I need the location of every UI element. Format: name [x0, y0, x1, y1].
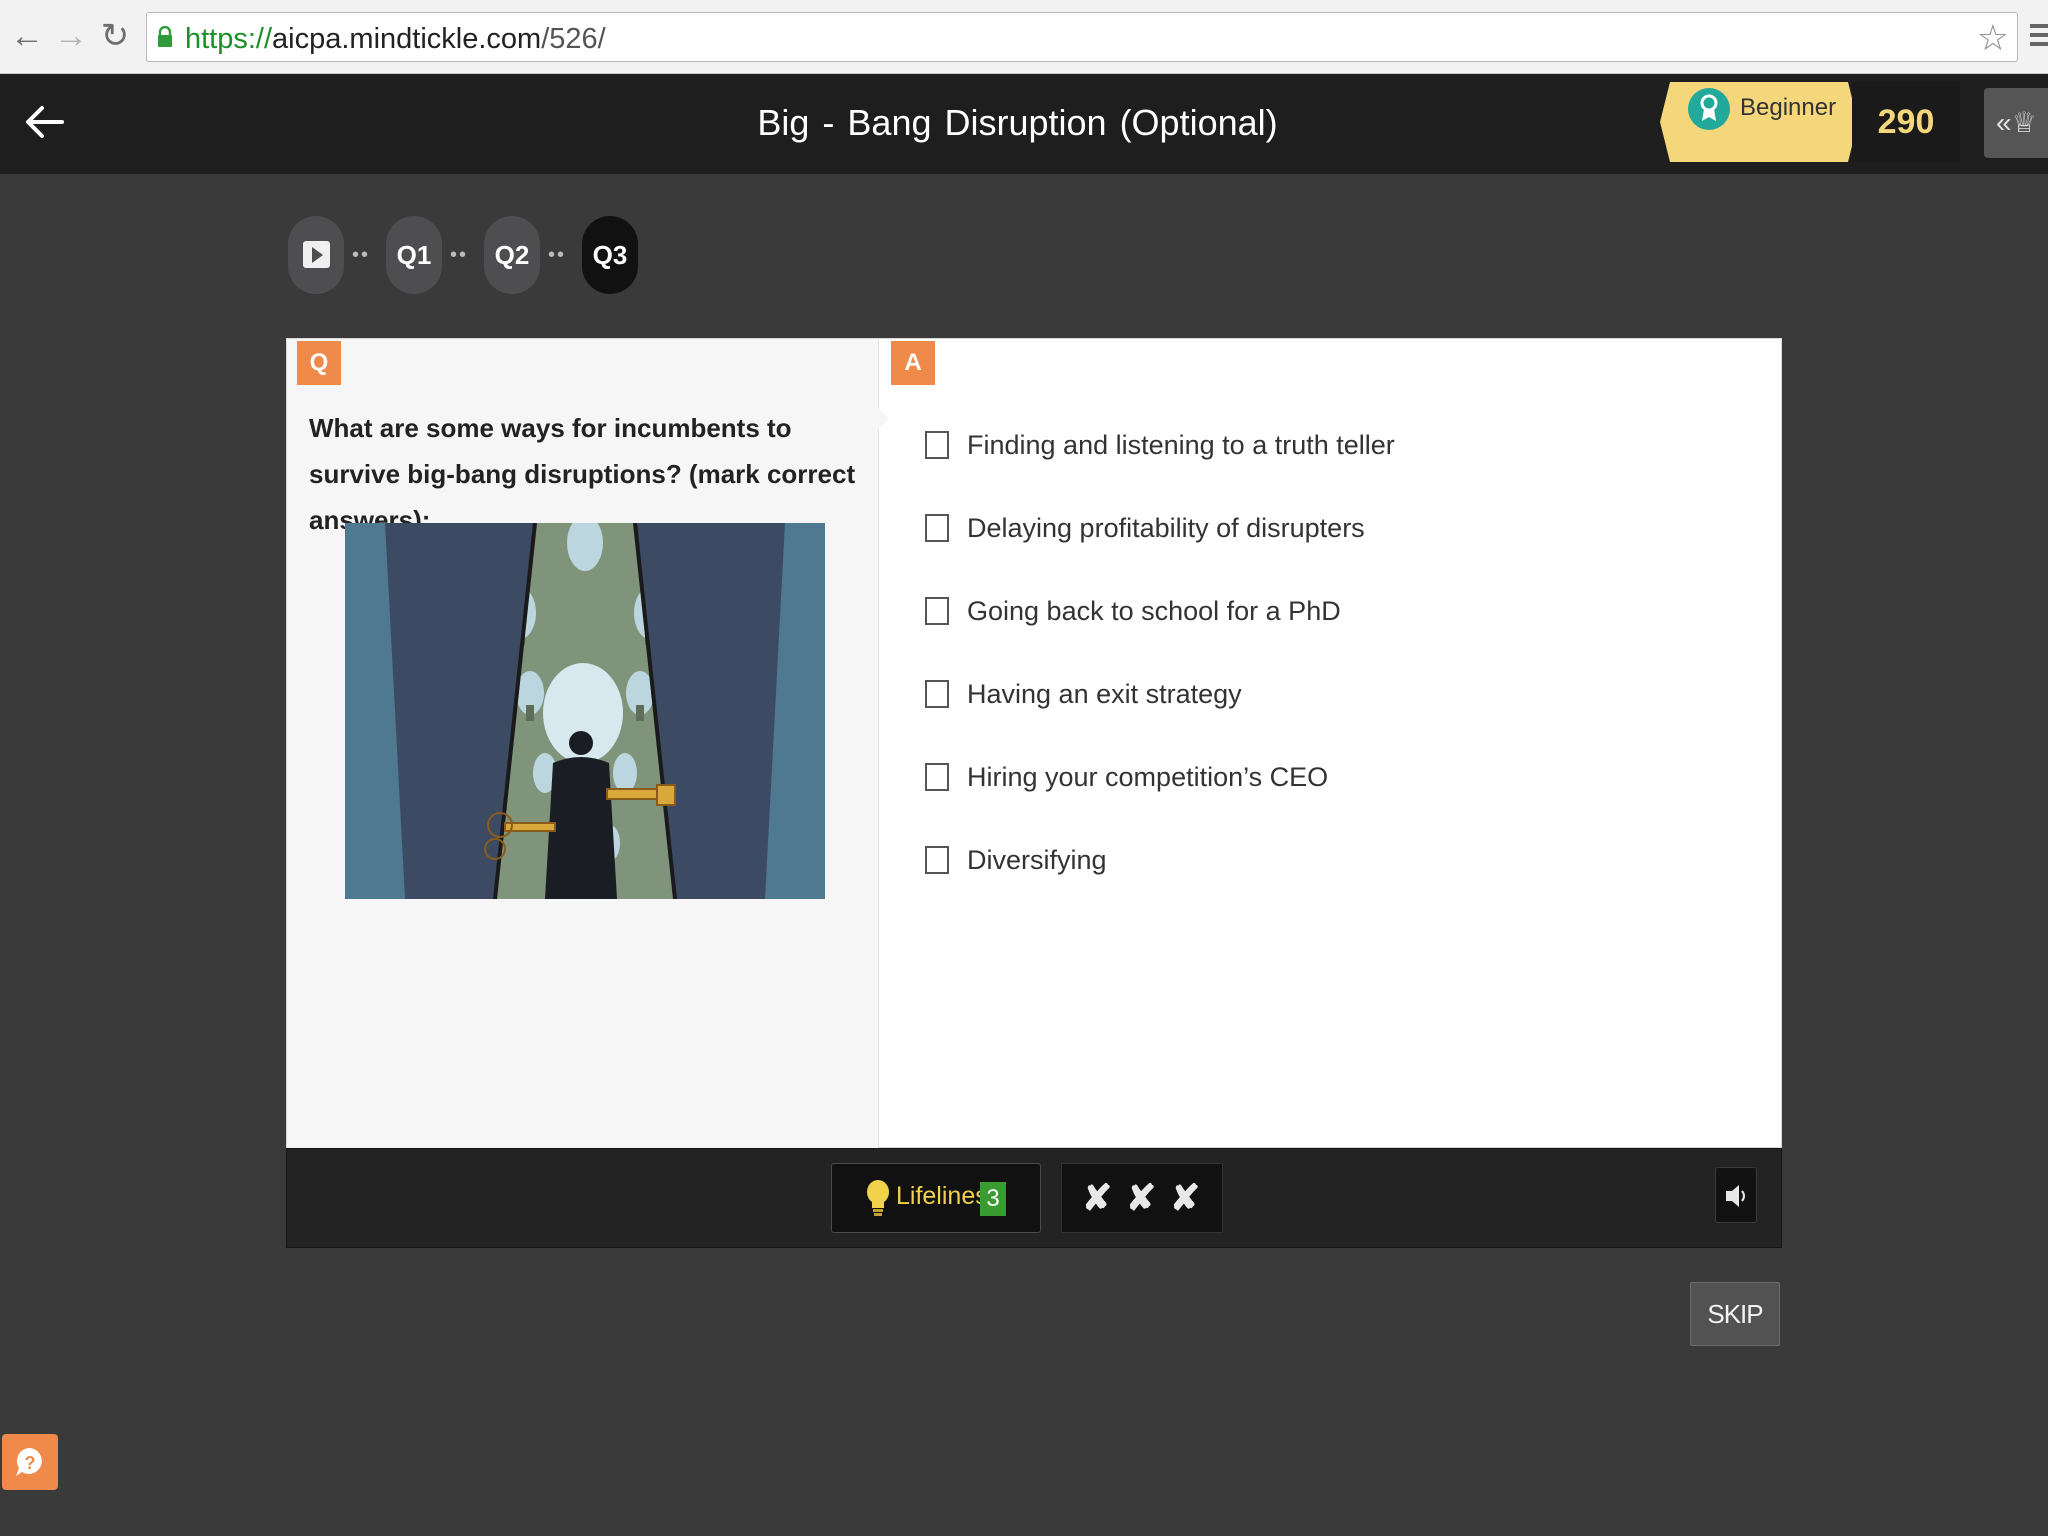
step-connector: •• — [352, 244, 371, 266]
browser-menu-icon[interactable] — [2030, 24, 2048, 48]
svg-text:?: ? — [25, 1453, 36, 1473]
lifelines-button[interactable]: Lifelines 3 — [831, 1163, 1041, 1233]
answer-label: Having an exit strategy — [967, 679, 1242, 709]
award-ribbon-icon — [1688, 88, 1730, 130]
play-icon — [303, 241, 330, 268]
step-q2[interactable]: Q2 — [484, 216, 540, 294]
answer-option-5[interactable]: Hiring your competition’s CEO — [925, 759, 1625, 799]
url-path: /526/ — [541, 23, 606, 55]
lifelines-label: Lifelines — [896, 1182, 988, 1210]
browser-forward-icon[interactable]: → — [54, 16, 88, 56]
checkbox[interactable] — [925, 680, 949, 708]
url-scheme: https:// — [185, 23, 273, 55]
answer-label: Delaying profitability of disrupters — [967, 513, 1365, 543]
url-text: https://aicpa.mindtickle.com/526/ — [185, 23, 606, 56]
answer-label: Diversifying — [967, 845, 1107, 875]
answer-option-4[interactable]: Having an exit strategy — [925, 676, 1625, 716]
title-word: Disruption — [944, 102, 1107, 143]
checkbox[interactable] — [925, 763, 949, 791]
checkbox[interactable] — [925, 597, 949, 625]
step-intro-video[interactable] — [288, 216, 344, 294]
answer-tag: A — [891, 341, 935, 385]
speaker-icon — [1726, 1185, 1745, 1207]
title-word: (Optional) — [1119, 102, 1278, 143]
step-q1[interactable]: Q1 — [386, 216, 442, 294]
answer-option-1[interactable]: Finding and listening to a truth teller — [925, 427, 1625, 467]
skip-button[interactable]: SKIP — [1690, 1282, 1780, 1346]
answer-label: Finding and listening to a truth teller — [967, 430, 1395, 460]
level-badge[interactable]: Beginner — [1660, 82, 1858, 162]
answer-option-6[interactable]: Diversifying — [925, 842, 1625, 882]
trophy-icon: ♕ — [2011, 107, 2037, 138]
question-panel: Q What are some ways for incumbents to s… — [287, 339, 889, 1149]
answer-label: Hiring your competition’s CEO — [967, 762, 1329, 792]
checkbox[interactable] — [925, 431, 949, 459]
question-illustration — [345, 523, 825, 899]
attempt-x-icon: ✘ — [1170, 1177, 1201, 1218]
checkbox[interactable] — [925, 514, 949, 542]
browser-toolbar: ← → ↻ https://aicpa.mindtickle.com/526/ … — [0, 0, 2048, 74]
bookmark-star-icon[interactable]: ☆ — [1977, 19, 2009, 57]
browser-reload-icon[interactable]: ↻ — [98, 16, 132, 56]
step-connector: •• — [548, 244, 567, 266]
answer-option-2[interactable]: Delaying profitability of disrupters — [925, 510, 1625, 550]
step-connector: •• — [450, 244, 469, 266]
panel-pointer — [877, 407, 889, 431]
level-label: Beginner — [1740, 94, 1837, 121]
sound-toggle-button[interactable] — [1715, 1167, 1757, 1223]
chat-help-icon: ? — [16, 1447, 42, 1476]
lock-icon — [158, 26, 172, 47]
attempts-indicator: ✘ ✘ ✘ — [1061, 1163, 1223, 1233]
title-word: - — [822, 102, 835, 143]
browser-back-icon[interactable]: ← — [10, 16, 44, 56]
step-q3[interactable]: Q3 — [582, 216, 638, 294]
points-score: 290 — [1852, 82, 1960, 162]
title-word: Big — [757, 102, 810, 143]
chevron-double-left-icon: « — [1996, 107, 2012, 138]
quiz-toolbar: Lifelines 3 ✘ ✘ ✘ — [286, 1148, 1782, 1248]
lightbulb-icon — [867, 1180, 889, 1216]
address-bar[interactable]: https://aicpa.mindtickle.com/526/ ☆ — [146, 12, 2018, 62]
attempt-x-icon: ✘ — [1126, 1177, 1157, 1218]
attempt-x-icon: ✘ — [1082, 1177, 1113, 1218]
answer-option-3[interactable]: Going back to school for a PhD — [925, 593, 1625, 633]
help-chat-button[interactable]: ? — [2, 1434, 58, 1490]
url-host: aicpa.mindtickle.com — [272, 23, 542, 55]
question-card: Q What are some ways for incumbents to s… — [286, 338, 1782, 1149]
lifelines-count: 3 — [980, 1182, 1006, 1216]
title-word: Bang — [847, 102, 932, 143]
question-tag: Q — [297, 341, 341, 385]
checkbox[interactable] — [925, 846, 949, 874]
leaderboard-toggle[interactable]: «♕ — [1984, 88, 2048, 158]
answer-label: Going back to school for a PhD — [967, 596, 1341, 626]
